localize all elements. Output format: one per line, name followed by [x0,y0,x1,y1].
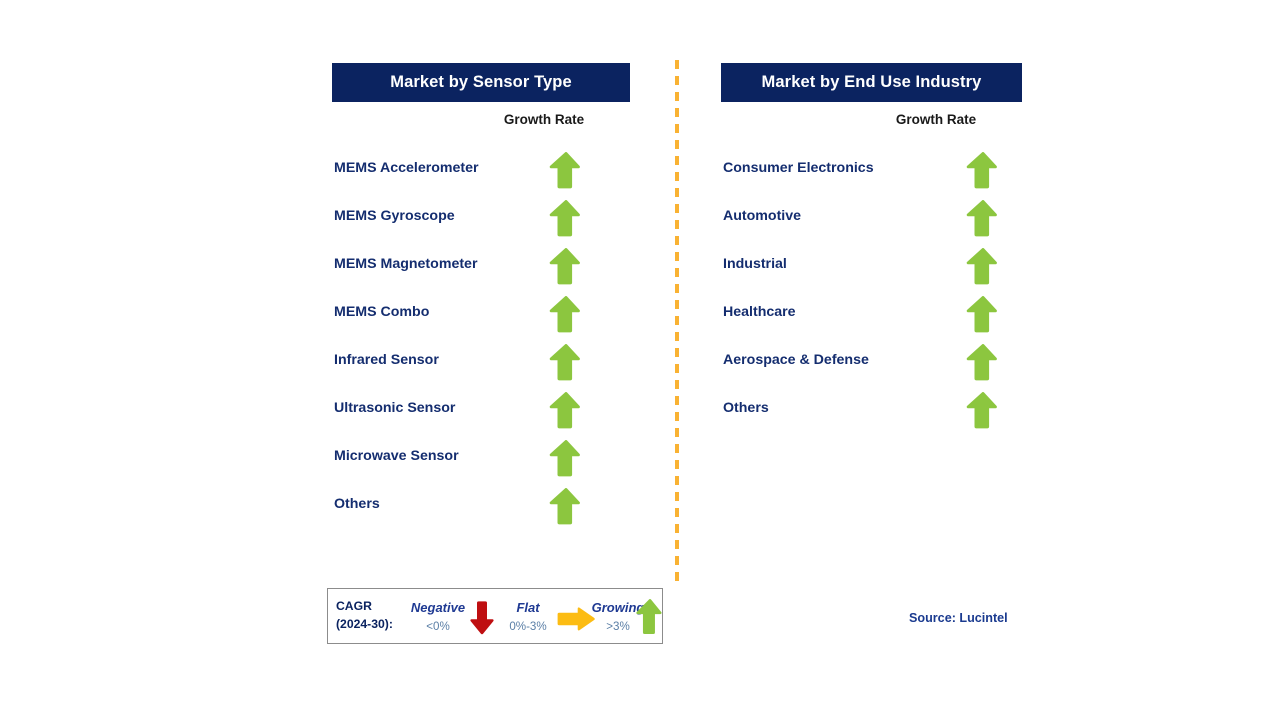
table-row: Others [721,384,1022,432]
arrow-up-icon [966,247,1000,285]
source-credit: Source: Lucintel [909,611,1008,625]
table-row: Industrial [721,240,1022,288]
row-label: MEMS Accelerometer [334,160,479,176]
growth-rate-header-left-text: Growth Rate [503,112,585,127]
table-row: Healthcare [721,288,1022,336]
table-row: MEMS Accelerometer [332,144,630,192]
table-row: Consumer Electronics [721,144,1022,192]
arrow-up-icon [966,343,1000,381]
table-row: MEMS Combo [332,288,630,336]
table-row: Aerospace & Defense [721,336,1022,384]
row-label: Healthcare [723,304,796,320]
vertical-dashed-divider [675,60,679,581]
table-row: MEMS Magnetometer [332,240,630,288]
panel-title-end-use-industry: Market by End Use Industry [721,63,1022,102]
table-row: Ultrasonic Sensor [332,384,630,432]
row-label: MEMS Magnetometer [334,256,478,272]
row-label: Ultrasonic Sensor [334,400,456,416]
arrow-up-icon [966,151,1000,189]
rows-sensor-type: MEMS Accelerometer MEMS Gyroscope MEMS Mag… [332,144,630,528]
legend-caption: CAGR (2024-30): [336,597,393,633]
row-label: Others [723,400,769,416]
panel-title-sensor-type: Market by Sensor Type [332,63,630,102]
table-row: Automotive [721,192,1022,240]
panel-market-by-sensor-type: Market by Sensor Type Growth Rate MEMS A… [332,63,630,525]
arrow-up-icon [549,247,583,285]
arrow-up-icon [549,295,583,333]
table-row: MEMS Gyroscope [332,192,630,240]
arrow-up-icon [549,343,583,381]
arrow-up-icon [549,199,583,237]
row-label: MEMS Combo [334,304,430,320]
arrow-up-icon [549,487,583,525]
arrow-up-icon [966,199,1000,237]
table-row: Others [332,480,630,528]
legend-caption-line1: CAGR [336,599,372,613]
table-row: Infrared Sensor [332,336,630,384]
row-label: Industrial [723,256,787,272]
row-label: MEMS Gyroscope [334,208,455,224]
arrow-up-icon [549,439,583,477]
arrow-up-icon [549,151,583,189]
legend-caption-line2: (2024-30): [336,617,393,631]
row-label: Infrared Sensor [334,352,439,368]
arrow-up-icon [966,295,1000,333]
infographic-canvas: Market by Sensor Type Growth Rate MEMS A… [0,0,1280,720]
rows-end-use-industry: Consumer Electronics Automotive Industrial… [721,144,1022,432]
row-label: Automotive [723,208,802,224]
row-label: Aerospace & Defense [723,352,869,368]
panel-market-by-end-use-industry: Market by End Use Industry Growth Rate C… [721,63,1022,429]
table-row: Microwave Sensor [332,432,630,480]
arrow-up-icon [549,391,583,429]
row-label: Microwave Sensor [334,448,459,464]
arrow-up-icon [636,598,664,636]
row-label: Consumer Electronics [723,160,874,176]
cagr-legend-box: CAGR (2024-30): Negative <0% Flat 0%-3% … [327,588,663,644]
arrow-up-icon [966,391,1000,429]
row-label: Others [334,496,380,512]
growth-rate-header-right-text: Growth Rate [895,112,977,127]
